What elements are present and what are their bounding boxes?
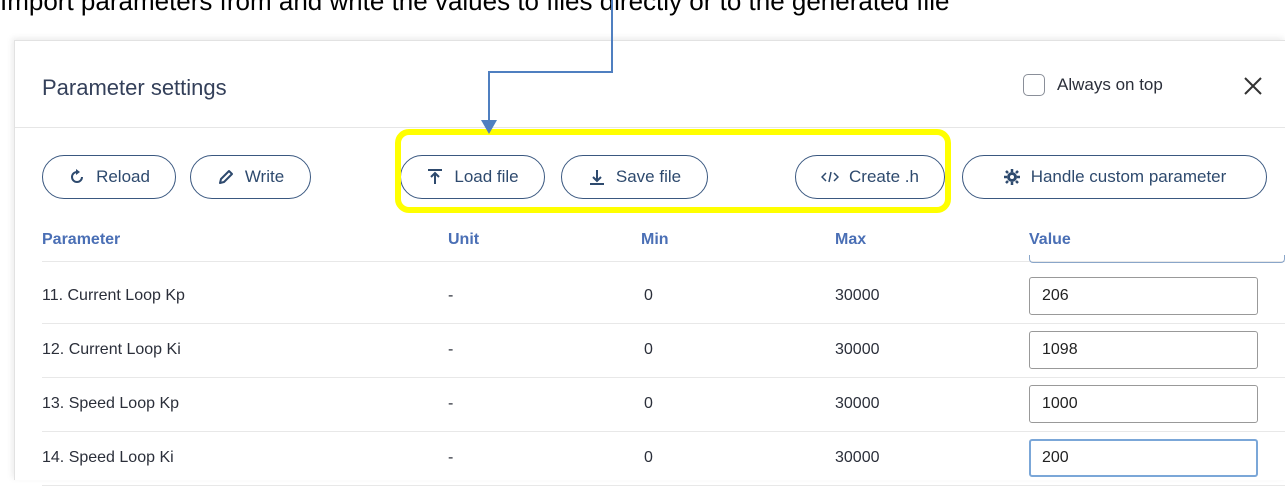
unit-cell: - bbox=[448, 341, 454, 358]
pencil-icon bbox=[218, 170, 233, 184]
value-input-focused[interactable]: 200 bbox=[1029, 439, 1258, 477]
unit-cell: - bbox=[448, 287, 454, 304]
always-on-top-label: Always on top bbox=[1057, 75, 1163, 94]
value-input[interactable]: 206 bbox=[1029, 277, 1258, 315]
max-cell: 30000 bbox=[835, 395, 880, 412]
handle-custom-parameter-label: Handle custom parameter bbox=[1030, 167, 1227, 186]
value-input[interactable]: 1000 bbox=[1029, 385, 1258, 423]
table-row: 13. Speed Loop Kp - 0 30000 1000 bbox=[42, 377, 1285, 432]
column-header-min: Min bbox=[641, 231, 669, 248]
min-cell: 0 bbox=[644, 395, 653, 412]
parameter-settings-dialog: Parameter settings Always on top Reload … bbox=[14, 40, 1285, 486]
write-button[interactable]: Write bbox=[190, 155, 311, 199]
column-header-value: Value bbox=[1029, 231, 1071, 248]
max-cell: 30000 bbox=[835, 449, 880, 466]
value-input[interactable]: 1098 bbox=[1029, 331, 1258, 369]
column-header-max: Max bbox=[835, 231, 867, 248]
table-row: 12. Current Loop Ki - 0 30000 1098 bbox=[42, 323, 1285, 378]
gear-icon bbox=[1003, 169, 1020, 185]
handle-custom-parameter-button[interactable]: Handle custom parameter bbox=[962, 155, 1267, 199]
always-on-top-checkbox[interactable] bbox=[1023, 74, 1045, 96]
reload-label: Reload bbox=[96, 167, 150, 186]
previous-value-input[interactable] bbox=[1029, 255, 1285, 263]
max-cell: 30000 bbox=[835, 341, 880, 358]
unit-cell: - bbox=[448, 395, 454, 412]
parameter-cell: 14. Speed Loop Ki bbox=[42, 449, 174, 466]
parameter-cell: 11. Current Loop Kp bbox=[42, 287, 185, 304]
always-on-top-toggle[interactable]: Always on top bbox=[1023, 74, 1163, 96]
min-cell: 0 bbox=[644, 287, 653, 304]
parameter-cell: 13. Speed Loop Kp bbox=[42, 395, 180, 412]
column-header-parameter: Parameter bbox=[42, 231, 121, 248]
refresh-icon bbox=[71, 169, 84, 183]
annotation-caption: Import parameters from and write the val… bbox=[0, 0, 950, 16]
column-header-unit: Unit bbox=[448, 231, 480, 248]
max-cell: 30000 bbox=[835, 287, 880, 304]
unit-cell: - bbox=[448, 449, 454, 466]
dialog-header: Parameter settings Always on top bbox=[15, 41, 1285, 128]
reload-button[interactable]: Reload bbox=[42, 155, 176, 199]
table-row: 14. Speed Loop Ki - 0 30000 200 bbox=[42, 431, 1285, 486]
table-row: 11. Current Loop Kp - 0 30000 206 bbox=[42, 269, 1285, 324]
annotation-highlight-box bbox=[395, 129, 951, 213]
write-label: Write bbox=[244, 167, 285, 186]
parameter-cell: 12. Current Loop Ki bbox=[42, 341, 181, 358]
dialog-title: Parameter settings bbox=[42, 75, 227, 100]
min-cell: 0 bbox=[644, 341, 653, 358]
close-icon[interactable] bbox=[1241, 74, 1265, 98]
min-cell: 0 bbox=[644, 449, 653, 466]
